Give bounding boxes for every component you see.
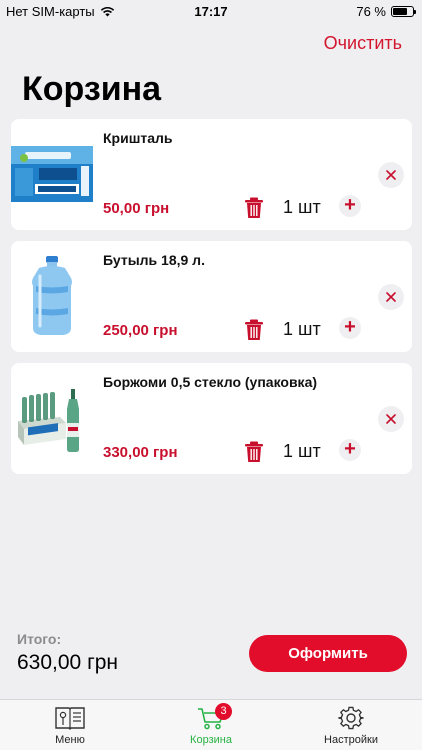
product-image bbox=[11, 253, 93, 339]
remove-item-button[interactable] bbox=[378, 284, 404, 310]
page-title: Корзина bbox=[22, 70, 162, 108]
water-bottle-image bbox=[32, 256, 72, 335]
checkout-button[interactable]: Оформить bbox=[249, 635, 407, 672]
close-icon bbox=[386, 170, 396, 180]
tab-cart-label: Корзина bbox=[190, 734, 232, 746]
tab-cart[interactable]: 3 Корзина bbox=[166, 703, 256, 746]
product-name: Кришталь bbox=[103, 130, 173, 146]
increase-quantity-button[interactable]: + bbox=[339, 317, 361, 339]
increase-quantity-button[interactable]: + bbox=[339, 439, 361, 461]
borjomi-pack-image bbox=[18, 389, 79, 452]
total-value: 630,00 грн bbox=[17, 651, 119, 674]
product-price: 250,00 грн bbox=[103, 322, 178, 339]
cart-count-badge: 3 bbox=[215, 703, 232, 720]
remove-item-button[interactable] bbox=[378, 162, 404, 188]
remove-item-button[interactable] bbox=[378, 406, 404, 432]
menu-book-icon bbox=[55, 707, 85, 730]
product-quantity: 1 шт bbox=[283, 441, 321, 461]
increase-quantity-button[interactable]: + bbox=[339, 195, 361, 217]
product-quantity: 1 шт bbox=[283, 197, 321, 217]
plus-icon: + bbox=[344, 316, 356, 338]
product-image bbox=[11, 375, 93, 461]
gear-icon bbox=[338, 706, 364, 730]
trash-icon[interactable] bbox=[244, 319, 264, 341]
tab-settings[interactable]: Настройки bbox=[306, 704, 396, 746]
plus-icon: + bbox=[344, 194, 356, 216]
tab-menu-label: Меню bbox=[55, 734, 85, 746]
tab-settings-label: Настройки bbox=[324, 734, 378, 746]
cart-list: Кришталь 50,00 грн 1 шт + Бутыль 18,9 л.… bbox=[11, 119, 412, 485]
plus-icon: + bbox=[344, 438, 356, 460]
battery-percent: 76 % bbox=[356, 4, 386, 19]
product-quantity: 1 шт bbox=[283, 319, 321, 339]
product-price: 50,00 грн bbox=[103, 200, 170, 217]
cart-item[interactable]: Кришталь 50,00 грн 1 шт + bbox=[11, 119, 412, 230]
water-box-image bbox=[11, 146, 93, 202]
close-icon bbox=[386, 292, 396, 302]
product-price: 330,00 грн bbox=[103, 444, 178, 461]
battery-icon bbox=[391, 6, 416, 17]
total-label: Итого: bbox=[17, 631, 62, 647]
trash-icon[interactable] bbox=[244, 197, 264, 219]
product-image bbox=[11, 131, 93, 217]
battery-status: 76 % bbox=[356, 4, 416, 19]
cart-item[interactable]: Бутыль 18,9 л. 250,00 грн 1 шт + bbox=[11, 241, 412, 352]
product-name: Боржоми 0,5 стекло (упаковка) bbox=[103, 374, 318, 390]
tab-bar: Меню 3 Корзина Настройки bbox=[0, 699, 422, 750]
product-name: Бутыль 18,9 л. bbox=[103, 252, 205, 268]
tab-menu[interactable]: Меню bbox=[25, 704, 115, 746]
battery-fill bbox=[393, 8, 408, 15]
close-icon bbox=[386, 414, 396, 424]
cart-item[interactable]: Боржоми 0,5 стекло (упаковка) 330,00 грн… bbox=[11, 363, 412, 474]
trash-icon[interactable] bbox=[244, 441, 264, 463]
status-bar: Нет SIM-карты 17:17 76 % bbox=[0, 0, 422, 22]
clear-cart-button[interactable]: Очистить bbox=[324, 33, 402, 54]
